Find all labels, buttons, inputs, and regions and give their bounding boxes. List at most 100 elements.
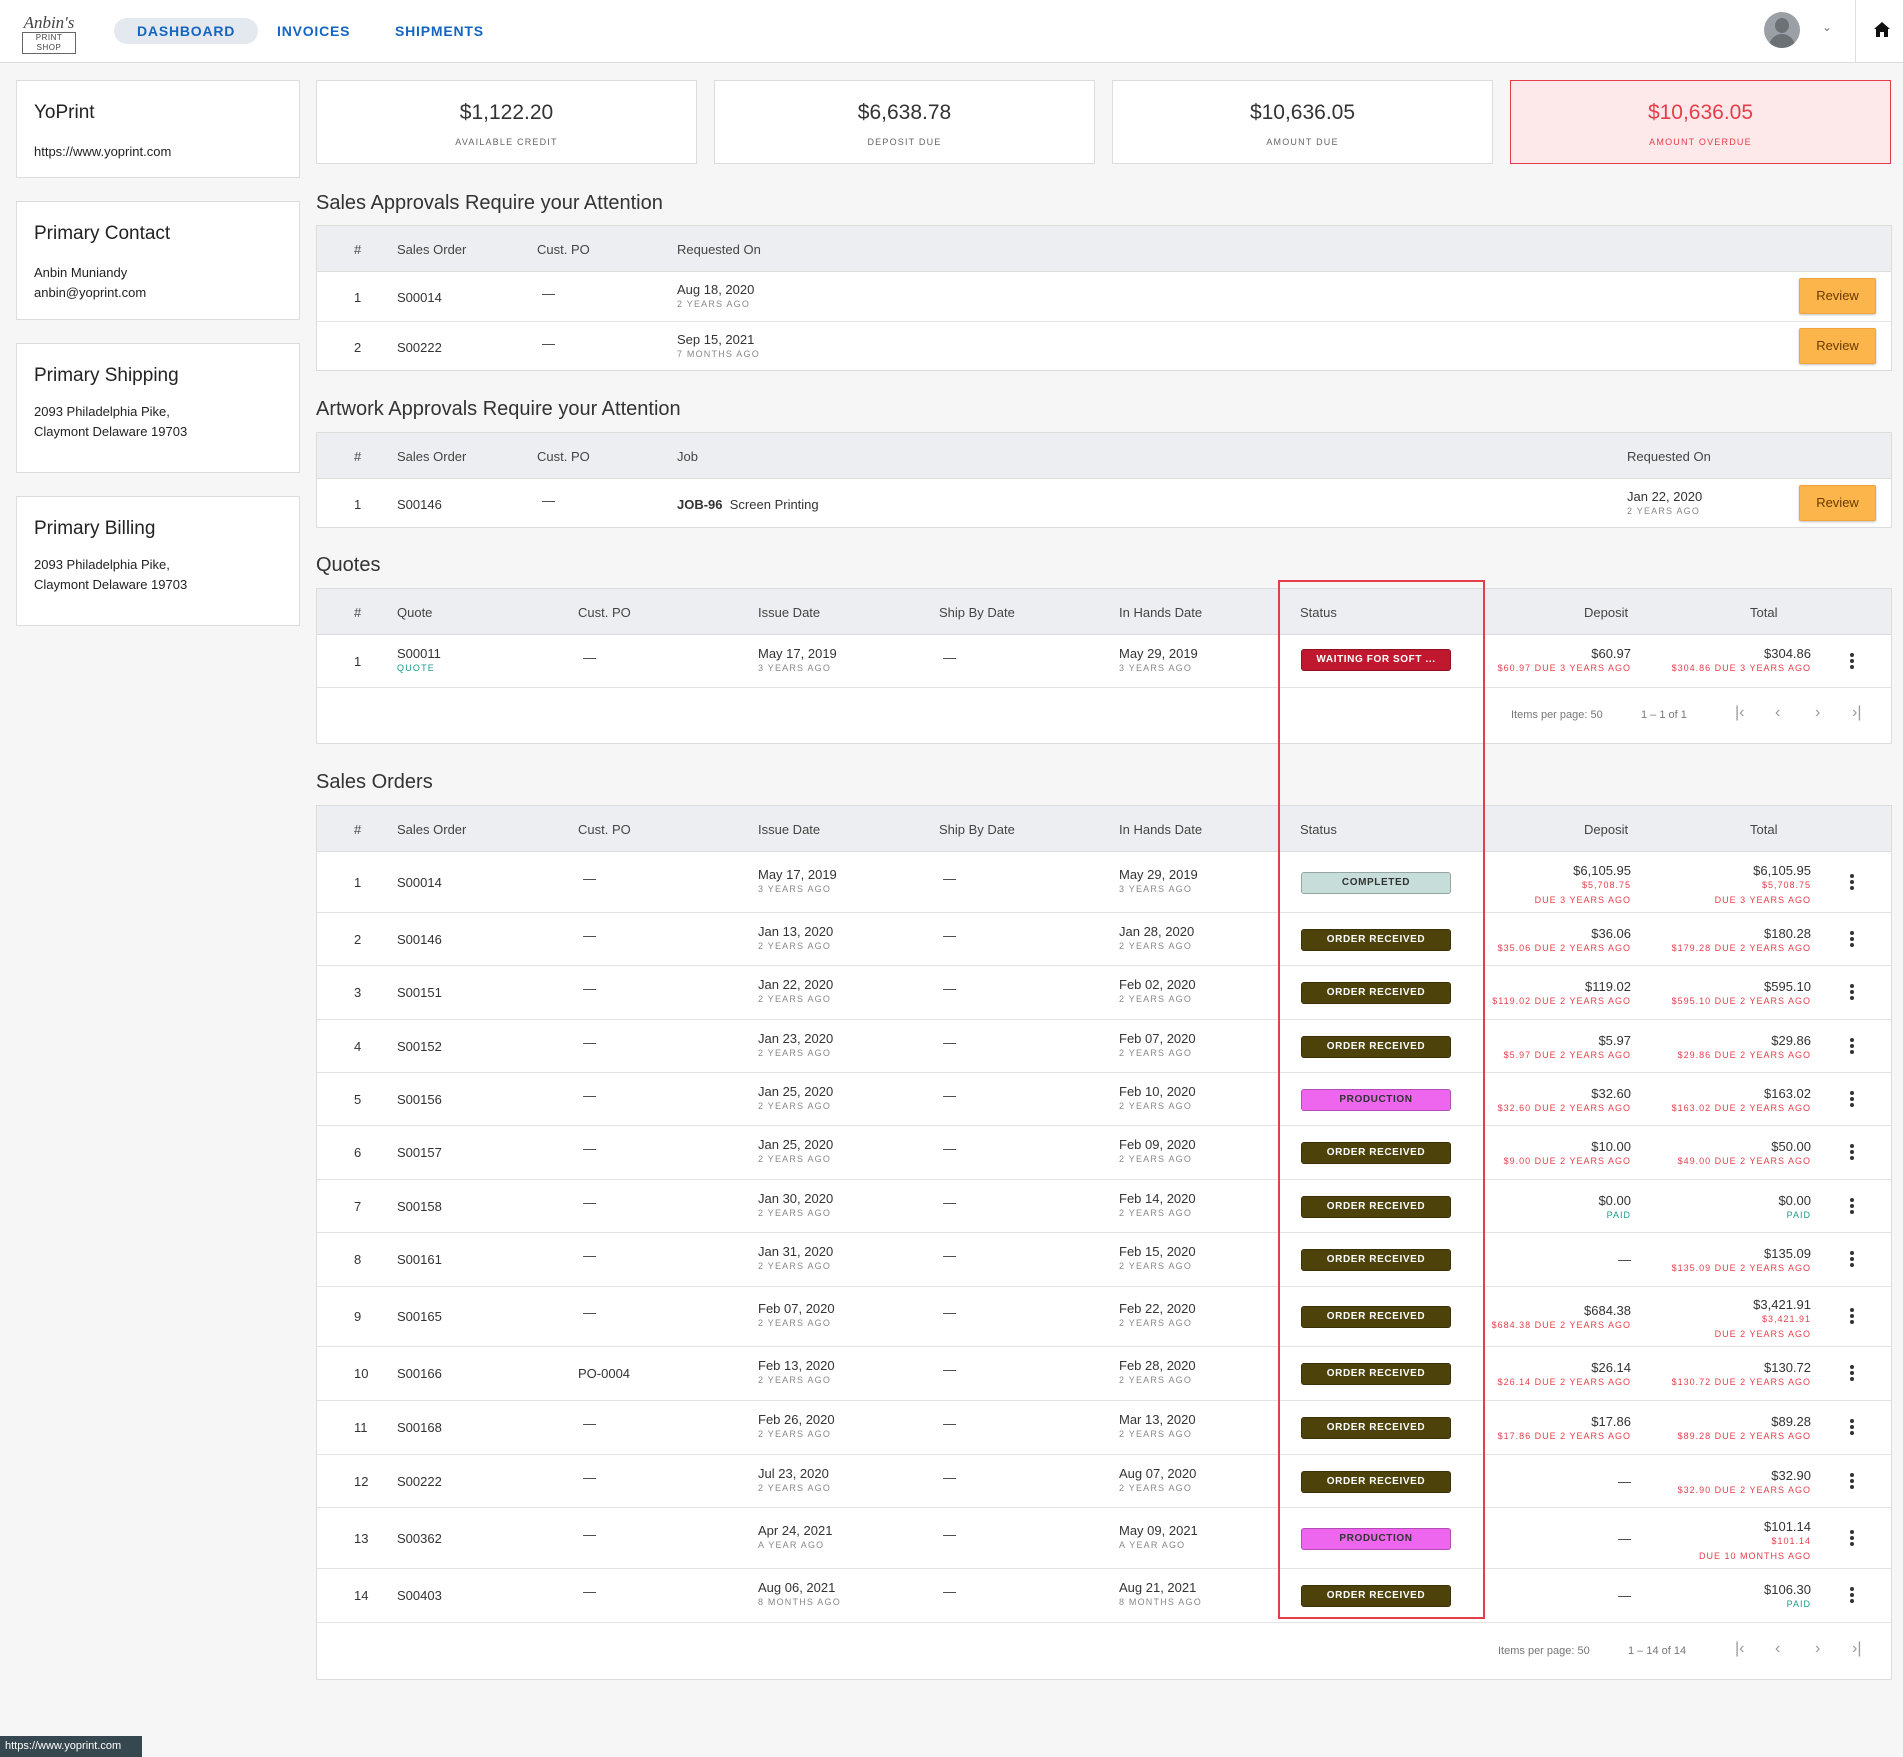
column-header: Issue Date (758, 605, 821, 620)
sales-order-id[interactable]: S00362 (397, 1531, 442, 1546)
table-row[interactable]: 5 S00156 — Jan 25, 2020 2 YEARS AGO — Feb 10, … (317, 1073, 1891, 1126)
table-row[interactable]: 1 S00014 — May 17, 2019 3 YEARS AGO — May 29, … (317, 852, 1891, 913)
address-line: 2093 Philadelphia Pike, (34, 557, 170, 572)
column-header: Cust. PO (578, 605, 631, 620)
total-due-note: $89.28 DUE 2 YEARS AGO (1677, 1431, 1811, 1441)
table-row[interactable]: 11 S00168 — Feb 26, 2020 2 YEARS AGO — Mar 13,… (317, 1401, 1891, 1455)
sales-order-id[interactable]: S00146 (397, 932, 442, 947)
row-number: 4 (354, 1039, 362, 1054)
company-website-link[interactable]: https://www.yoprint.com (34, 142, 171, 162)
more-vert-icon[interactable] (1850, 1144, 1854, 1162)
date: Feb 28, 2020 (1119, 1358, 1196, 1373)
sales-order-id[interactable]: S00157 (397, 1145, 442, 1160)
table-row[interactable]: 3 S00151 — Jan 22, 2020 2 YEARS AGO — Feb 02, … (317, 966, 1891, 1020)
column-header: Deposit (1584, 822, 1629, 837)
table-row[interactable]: 8 S00161 — Jan 31, 2020 2 YEARS AGO — Feb 15, … (317, 1233, 1891, 1287)
sales-order-id[interactable]: S00161 (397, 1252, 442, 1267)
date: Aug 21, 2021 (1119, 1580, 1197, 1595)
table-row[interactable]: 1 S00011 QUOTE — May 17, 2019 3 YEARS AGO … (317, 635, 1891, 688)
sales-order-id[interactable]: S00222 (397, 1474, 442, 1489)
review-button[interactable]: Review (1799, 485, 1876, 521)
total: $50.00 $49.00 DUE 2 YEARS AGO (1678, 1139, 1811, 1169)
section-title: Quotes (316, 554, 381, 576)
items-per-page-select[interactable]: 50 (1591, 709, 1603, 721)
deposit-due-note: $5.97 DUE 2 YEARS AGO (1503, 1050, 1631, 1060)
sales-order-id[interactable]: S00158 (397, 1199, 442, 1214)
more-vert-icon[interactable] (1850, 1251, 1854, 1269)
review-button[interactable]: Review (1799, 278, 1876, 314)
more-vert-icon[interactable] (1850, 874, 1854, 892)
date: Apr 24, 2021 (758, 1523, 833, 1538)
total-due-note: $163.02 DUE 2 YEARS AGO (1671, 1103, 1811, 1113)
issue-date: Jan 25, 2020 2 YEARS AGO (758, 1084, 833, 1111)
more-vert-icon[interactable] (1850, 1530, 1854, 1548)
table-row[interactable]: 2 S00146 — Jan 13, 2020 2 YEARS AGO — Jan 28, … (317, 913, 1891, 966)
table-row[interactable]: 9 S00165 — Feb 07, 2020 2 YEARS AGO — Feb 22, … (317, 1287, 1891, 1347)
sales-order-id[interactable]: S00165 (397, 1309, 442, 1324)
more-vert-icon[interactable] (1850, 984, 1854, 1002)
review-button[interactable]: Review (1799, 328, 1876, 364)
nav-invoices[interactable]: INVOICES (254, 18, 373, 44)
sales-order-id[interactable]: S00403 (397, 1588, 442, 1603)
deposit-due-note: $119.02 DUE 2 YEARS AGO (1492, 996, 1631, 1006)
more-vert-icon[interactable] (1850, 1038, 1854, 1056)
row-number: 2 (354, 340, 362, 355)
total: $6,105.95 $5,708.75 DUE 3 YEARS AGO (1715, 863, 1811, 908)
more-vert-icon[interactable] (1850, 1365, 1854, 1383)
more-vert-icon[interactable] (1850, 1419, 1854, 1437)
relative-date: 2 YEARS AGO (1119, 1429, 1193, 1439)
home-icon[interactable] (1873, 21, 1891, 43)
date: Feb 14, 2020 (1119, 1191, 1196, 1206)
date: Feb 26, 2020 (758, 1412, 835, 1427)
prev-page-icon[interactable]: ‹ (1775, 704, 1780, 722)
prev-page-icon[interactable]: ‹ (1775, 1640, 1780, 1658)
nav-dashboard[interactable]: DASHBOARD (114, 18, 259, 44)
items-per-page-select[interactable]: 50 (1578, 1645, 1590, 1657)
sales-order-id[interactable]: S00014 (397, 875, 442, 890)
last-page-icon[interactable]: ›| (1852, 1640, 1861, 1658)
chevron-down-icon[interactable]: ⌄ (1822, 20, 1832, 34)
row-number: 12 (354, 1474, 369, 1489)
shop-logo[interactable]: Anbin's PRINT SHOP (18, 14, 80, 54)
last-page-icon[interactable]: ›| (1852, 704, 1861, 722)
date: Jan 30, 2020 (758, 1191, 834, 1206)
next-page-icon[interactable]: › (1815, 704, 1820, 722)
table-row[interactable]: 7 S00158 — Jan 30, 2020 2 YEARS AGO — Feb 14, … (317, 1180, 1891, 1233)
total-due-note: $5,708.75 (1761, 880, 1811, 890)
more-vert-icon[interactable] (1850, 653, 1854, 671)
first-page-icon[interactable]: |‹ (1735, 1640, 1744, 1658)
row-number: 9 (354, 1309, 362, 1324)
sales-order-id[interactable]: S00152 (397, 1039, 442, 1054)
first-page-icon[interactable]: |‹ (1735, 704, 1744, 722)
more-vert-icon[interactable] (1850, 1308, 1854, 1326)
contact-email-link[interactable]: anbin@yoprint.com (34, 283, 146, 303)
nav-shipments[interactable]: SHIPMENTS (372, 18, 507, 44)
table-row[interactable]: 10 S00166 PO-0004 Feb 13, 2020 2 YEARS AGO — F… (317, 1347, 1891, 1401)
table-row[interactable]: 6 S00157 — Jan 25, 2020 2 YEARS AGO — Feb 09, … (317, 1126, 1891, 1180)
column-header: # (354, 242, 362, 257)
cust-po: — (583, 928, 596, 943)
table-row[interactable]: 14 S00403 — Aug 06, 2021 8 MONTHS AGO — Aug 21… (317, 1569, 1891, 1623)
table-row[interactable]: 13 S00362 — Apr 24, 2021 A YEAR AGO — May 09, … (317, 1508, 1891, 1569)
table-row[interactable]: 12 S00222 — Jul 23, 2020 2 YEARS AGO — Aug 07,… (317, 1455, 1891, 1508)
more-vert-icon[interactable] (1850, 1091, 1854, 1109)
user-avatar[interactable] (1764, 12, 1800, 48)
divider (1855, 0, 1856, 63)
quote-tag: QUOTE (397, 663, 436, 673)
deposit-due-note: $32.60 DUE 2 YEARS AGO (1497, 1103, 1631, 1113)
sales-order-id[interactable]: S00168 (397, 1420, 442, 1435)
more-vert-icon[interactable] (1850, 1587, 1854, 1605)
relative-date: 2 YEARS AGO (758, 941, 832, 951)
issue-date: Feb 26, 2020 2 YEARS AGO (758, 1412, 835, 1439)
column-header: # (354, 449, 362, 464)
table-row[interactable]: 4 S00152 — Jan 23, 2020 2 YEARS AGO — Feb 07, … (317, 1020, 1891, 1073)
deposit-amount: $119.02 (1584, 979, 1631, 994)
sales-order-id[interactable]: S00156 (397, 1092, 442, 1107)
more-vert-icon[interactable] (1850, 931, 1854, 949)
more-vert-icon[interactable] (1850, 1473, 1854, 1491)
next-page-icon[interactable]: › (1815, 1640, 1820, 1658)
sales-order-id[interactable]: S00151 (397, 985, 442, 1000)
more-vert-icon[interactable] (1850, 1198, 1854, 1216)
sales-order-id[interactable]: S00166 (397, 1366, 442, 1381)
date: Jan 22, 2020 (758, 977, 834, 992)
